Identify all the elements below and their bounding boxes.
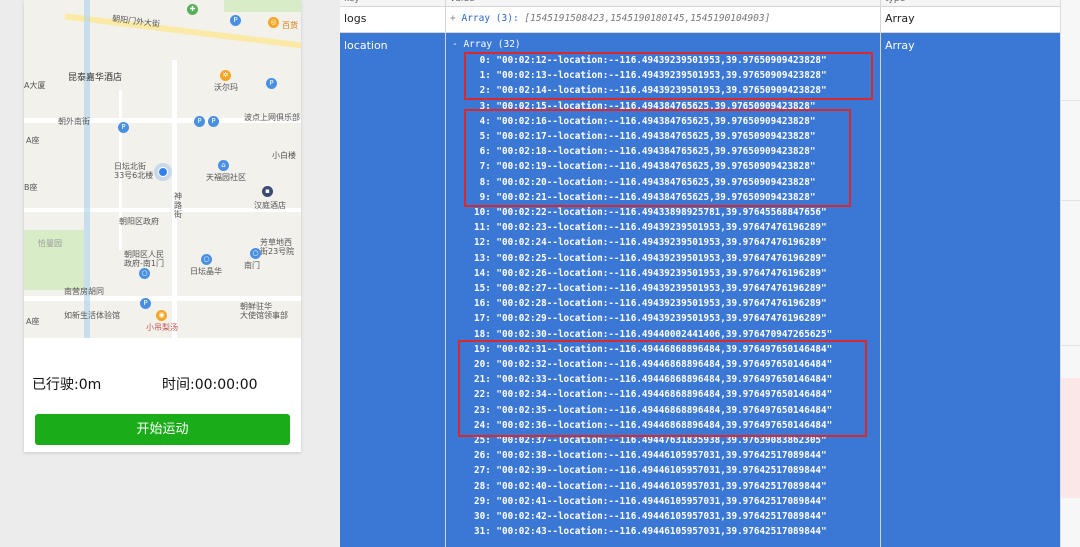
array-entry: 10: "00:02:22--location:--116.4943389892… [474,207,827,218]
row-type: Array [885,12,915,25]
gate-icon: ○ [201,254,212,265]
header-key: key [344,0,360,4]
gate-icon: ○ [139,268,150,279]
current-location-icon [154,163,172,181]
map-label: 朝鲜驻华 大使馆领事部 [240,302,288,320]
map-label: A座 [26,317,40,326]
header-type: type [885,0,905,4]
row-key: location [344,39,388,52]
array-entry: 13: "00:02:25--location:--116.4943923950… [474,252,827,264]
start-exercise-button[interactable]: 开始运动 [35,414,290,445]
array-entry: 7: "00:02:19--location:--116.49438476562… [474,161,816,173]
array-entry: 20: "00:02:32--location:--116.4944686889… [474,359,833,370]
header-value: value [450,0,475,4]
gate-icon: ○ [250,248,261,259]
array-entry: 4: "00:02:16--location:--116.49438476562… [474,115,816,127]
simulator-phone: 朝阳门外大街 昆泰嘉华酒店 A大厦 沃尔玛 朝外南街 波点上网俱乐部 A座 小白… [24,0,301,452]
poi-icon: ✚ [187,4,198,15]
hotel-icon: ▪ [262,186,273,197]
map-label: 如新生活体验馆 [64,311,120,320]
parking-icon: P [140,298,151,309]
array-entry: 2: "00:02:14--location:--116.49439239501… [474,85,827,97]
array-entry: 30: "00:02:42--location:--116.4944610595… [474,511,827,522]
map-park [224,0,301,12]
array-entry: 24: "00:02:36--location:--116.4944686889… [474,419,833,431]
array-entry: 26: "00:02:38--location:--116.4944610595… [474,450,827,462]
array-entry: 23: "00:02:35--location:--116.4944686889… [474,404,833,416]
array-entry: 25: "00:02:37--location:--116.4944763183… [474,435,827,446]
parking-icon: P [118,122,129,133]
array-entry: 28: "00:02:40--location:--116.4944610595… [474,480,827,492]
storage-inspector: key value type logs + Array (3): [154519… [340,0,1060,547]
map-label: 芳草地西 街23号院 [260,238,295,256]
parking-icon: P [266,78,277,89]
star-icon: ✲ [220,70,231,81]
time-stat: 时间:00:00:00 [162,377,258,393]
map-label: 昆泰嘉华酒店 [68,73,123,83]
array-entry: 6: "00:02:18--location:--116.49438476562… [474,146,816,158]
map-road [64,13,301,49]
map-label: 朝外南街 [58,117,90,126]
map-label: 天福园社区 [206,173,246,182]
map-label: 波点上网俱乐部 [244,113,300,122]
map-label: 日坛晶华 [190,267,222,276]
distance-stat: 已行驶:0m [32,377,102,393]
map-label: 沃尔玛 [214,83,238,92]
map-label: 神路街 [174,192,182,219]
map-label: B座 [24,183,38,192]
array-entry: 19: "00:02:31--location:--116.4944686889… [474,343,833,355]
array-entry: 21: "00:02:33--location:--116.4944686889… [474,374,833,386]
food-icon: ◉ [156,310,167,321]
parking-icon: P [208,116,219,127]
row-type: Array [885,39,915,52]
map-label: 百货 [282,21,298,30]
array-label: Array (3): [461,13,519,24]
map-label: 南营房胡同 [64,287,104,296]
map-label: 日坛北街 33号6北楼 [114,162,154,180]
array-entry: 18: "00:02:30--location:--116.4944000244… [474,328,833,340]
expand-toggle-icon[interactable]: + [450,13,456,24]
array-entry: 22: "00:02:34--location:--116.4944686889… [474,389,833,401]
map-label: 南门 [244,261,260,270]
table-header: key value type [340,0,1060,7]
array-entry: 15: "00:02:27--location:--116.4943923950… [474,283,827,294]
array-entry: 11: "00:02:23--location:--116.4943923950… [474,222,827,234]
column-divider [445,0,446,547]
array-entry: 27: "00:02:39--location:--116.4944610595… [474,465,827,477]
array-entry: 9: "00:02:21--location:--116.49438476562… [474,191,816,203]
array-entry: 14: "00:02:26--location:--116.4943923950… [474,267,827,279]
row-value[interactable]: + Array (3): [1545191508423,154519018014… [450,13,770,24]
map-view[interactable]: 朝阳门外大街 昆泰嘉华酒店 A大厦 沃尔玛 朝外南街 波点上网俱乐部 A座 小白… [24,0,301,338]
map-label: 小白楼 [272,151,296,160]
array-entry: 17: "00:02:29--location:--116.4943923950… [474,313,827,325]
side-panel-edge [1060,0,1080,547]
array-header[interactable]: - Array (32) [452,39,521,50]
map-label: 朝阳区人民 政府-南1门 [124,250,164,268]
array-entry: 8: "00:02:20--location:--116.49438476562… [474,176,816,188]
array-entry: 12: "00:02:24--location:--116.4943923950… [474,237,827,249]
array-entry: 3: "00:02:15--location:--116.49438476562… [474,100,816,112]
array-entry: 16: "00:02:28--location:--116.4943923950… [474,298,827,310]
column-divider [880,0,881,547]
map-label: 朝阳区政府 [119,217,159,226]
row-key: logs [344,12,367,25]
array-entry: 31: "00:02:43--location:--116.4944610595… [474,526,827,538]
array-entry: 29: "00:02:41--location:--116.4944610595… [474,495,827,507]
array-entry: 5: "00:02:17--location:--116.49438476562… [474,131,816,142]
array-entry: 1: "00:02:13--location:--116.49439239501… [474,70,827,82]
table-row-location[interactable]: location - Array (32) Array 0: "00:02:12… [340,33,1060,547]
map-label: 恰曼园 [38,239,62,248]
parking-icon: P [194,116,205,127]
map-label: A大厦 [24,81,46,90]
map-label: A座 [26,136,40,145]
parking-icon: P [230,15,241,26]
shop-icon: ◎ [268,17,279,28]
map-label: 汉庭酒店 [254,201,286,210]
community-icon: ⌂ [218,160,229,171]
array-entry: 0: "00:02:12--location:--116.49439239501… [474,55,827,66]
map-label: 小吊梨汤 [146,323,178,332]
table-row-logs[interactable]: logs + Array (3): [1545191508423,1545190… [340,7,1060,33]
array-preview: [1545191508423,1545190180145,15451901049… [524,13,771,24]
